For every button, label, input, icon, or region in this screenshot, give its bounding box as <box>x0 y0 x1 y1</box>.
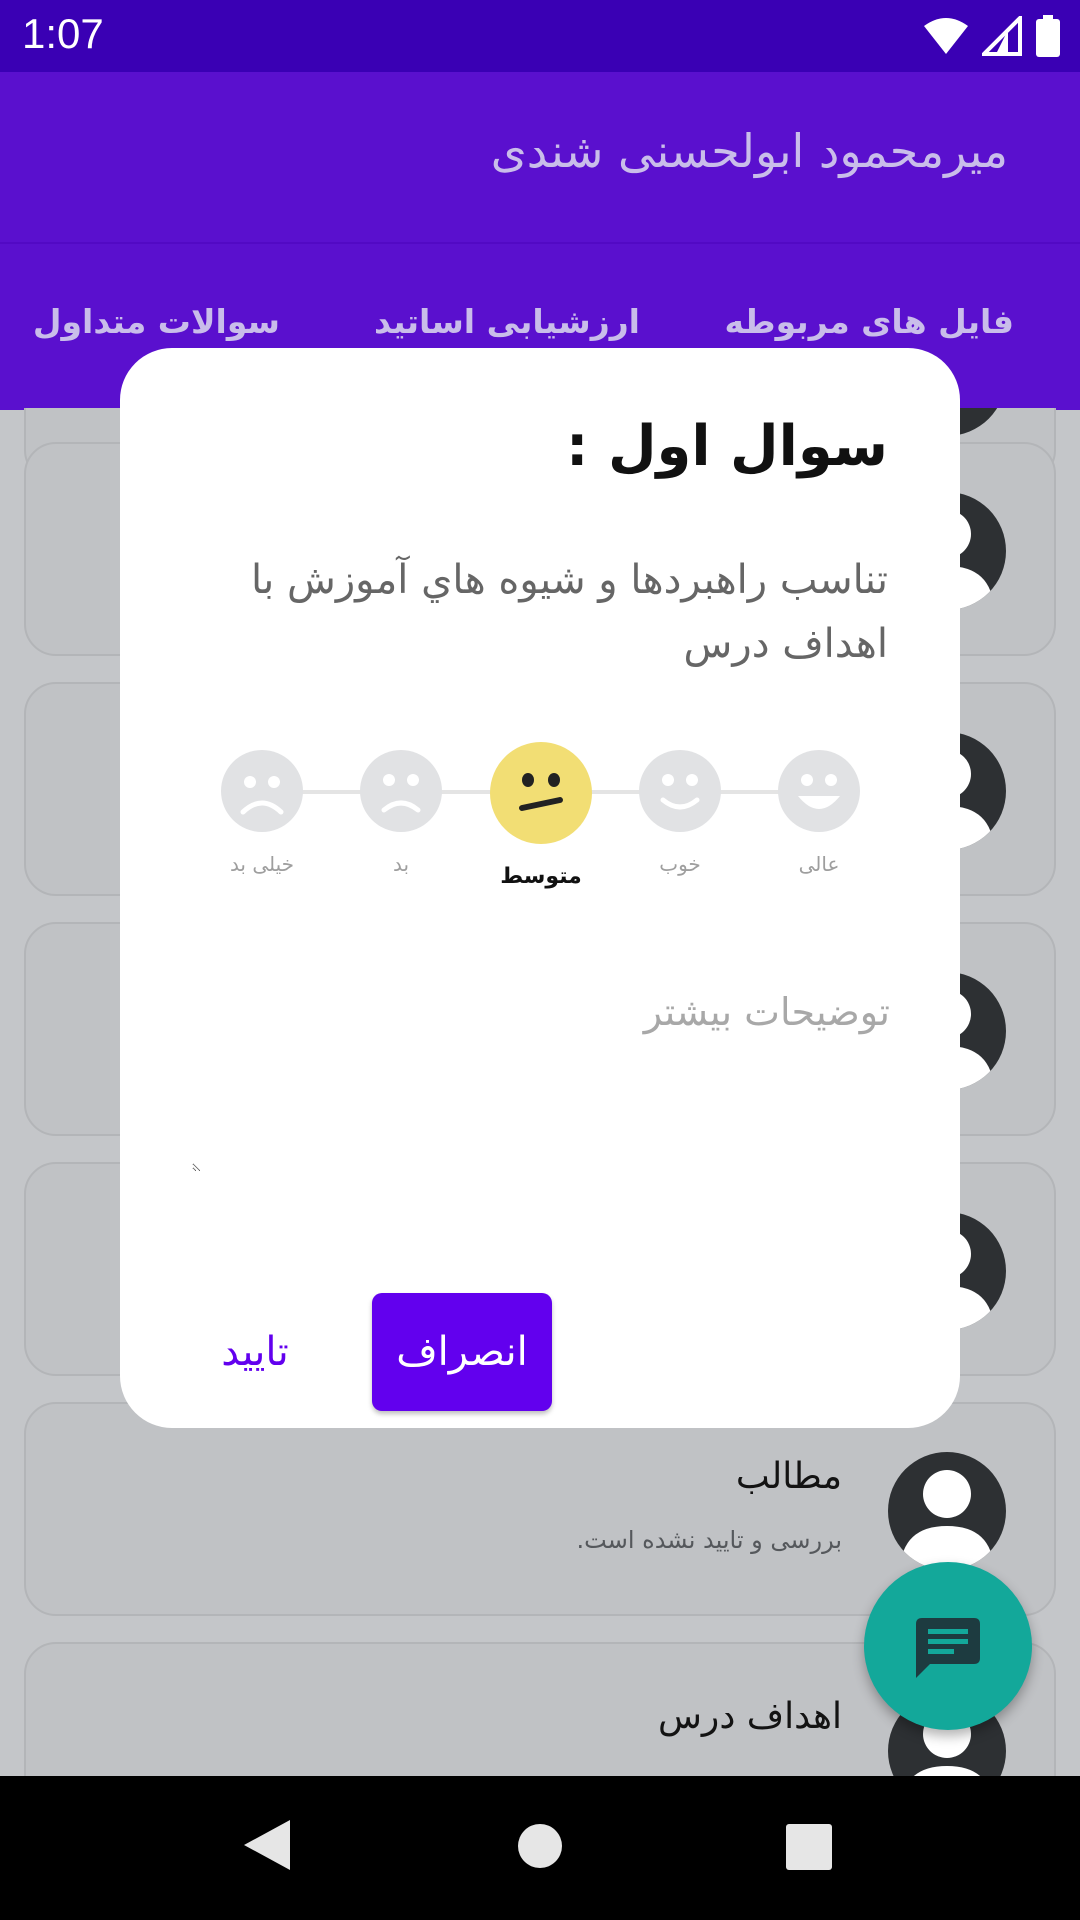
home-icon[interactable] <box>518 1824 562 1868</box>
comment-field[interactable] <box>192 988 892 1172</box>
cancel-button[interactable]: انصراف <box>372 1293 552 1411</box>
confirm-button[interactable]: تایید <box>180 1293 330 1411</box>
happy-face-icon[interactable] <box>639 750 721 832</box>
navigation-bar <box>0 1776 1080 1920</box>
smiley-rating: عالی خوب متوسط بد خیلی بد <box>120 348 960 948</box>
chat-icon <box>916 1618 980 1678</box>
rating-label-excellent: عالی <box>798 852 840 876</box>
neutral-face-icon[interactable] <box>490 742 592 844</box>
rating-label-good: خوب <box>659 852 701 876</box>
recents-icon[interactable] <box>786 1824 832 1870</box>
sad-face-icon[interactable] <box>360 750 442 832</box>
chat-fab-button[interactable] <box>864 1562 1032 1730</box>
rating-label-very-bad: خیلی بد <box>229 852 295 876</box>
back-icon[interactable] <box>244 1820 290 1870</box>
rating-label-bad: بد <box>392 852 410 876</box>
rating-label-average: متوسط <box>500 864 582 889</box>
rating-dialog: سوال اول : تناسب راهبردها و شیوه هاي آمو… <box>120 348 960 1428</box>
very-sad-face-icon[interactable] <box>221 750 303 832</box>
very-happy-face-icon[interactable] <box>778 750 860 832</box>
